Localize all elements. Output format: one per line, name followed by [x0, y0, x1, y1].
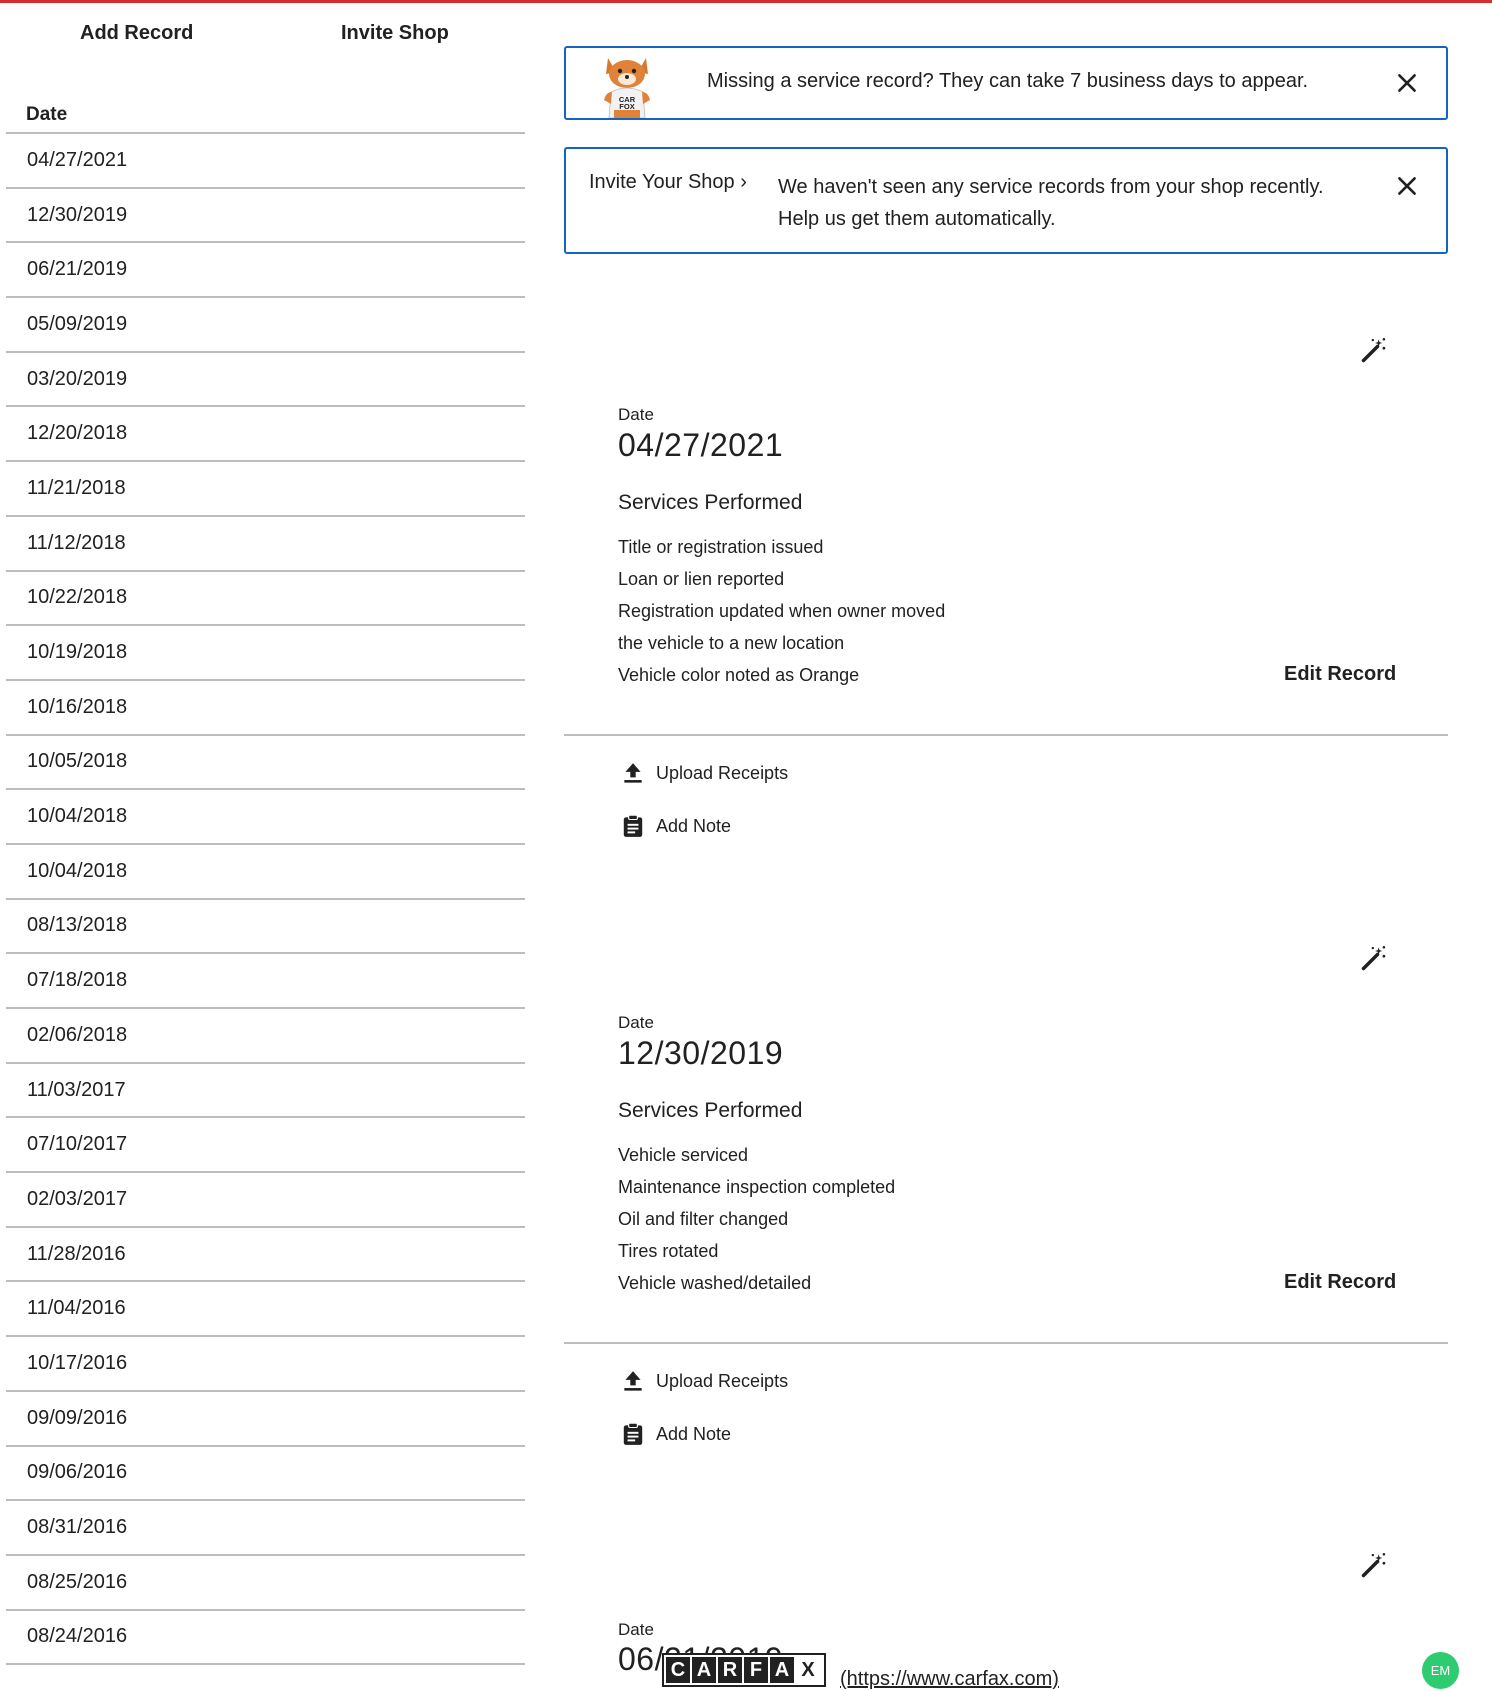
date-list-item[interactable]: 11/04/2016	[6, 1282, 525, 1338]
date-list-item[interactable]: 10/16/2018	[6, 681, 525, 736]
date-list-item[interactable]: 08/13/2018	[6, 900, 525, 955]
date-list-item[interactable]: 10/22/2018	[6, 572, 525, 627]
carfax-logo: C A R F A X	[662, 1653, 826, 1687]
logo-letter: X	[796, 1657, 820, 1683]
record-divider	[564, 1342, 1448, 1344]
upload-receipts-button[interactable]: Upload Receipts	[620, 760, 788, 786]
magic-wand-icon[interactable]	[1360, 944, 1388, 972]
services-performed-title: Services Performed	[618, 491, 803, 514]
service-item: Tires rotated	[618, 1241, 719, 1261]
user-avatar[interactable]: EM	[1422, 1652, 1459, 1689]
service-item: Vehicle washed/detailed	[618, 1273, 812, 1293]
upload-icon	[624, 763, 642, 783]
edit-record-button[interactable]: Edit Record	[1284, 663, 1396, 686]
date-list-item[interactable]: 10/05/2018	[6, 736, 525, 791]
upload-icon	[624, 1371, 642, 1391]
logo-letter: C	[666, 1657, 690, 1683]
clipboard-note-icon	[623, 1422, 643, 1445]
date-list-item[interactable]: 08/31/2016	[6, 1501, 525, 1556]
service-item: Title or registration issued	[618, 537, 824, 557]
date-list-item[interactable]: 05/09/2019	[6, 298, 525, 353]
services-list: Title or registration issued Loan or lie…	[618, 531, 1038, 691]
date-list-item[interactable]: 07/10/2017	[6, 1118, 525, 1174]
add-note-button[interactable]: Add Note	[620, 1421, 731, 1447]
car-fox-mascot-icon: CAR FOX	[604, 58, 650, 118]
date-column-header: Date	[26, 104, 68, 125]
service-item: Vehicle serviced	[618, 1145, 749, 1165]
date-list: 04/27/2021 12/30/2019 06/21/2019 05/09/2019…	[6, 134, 525, 1666]
date-list-item[interactable]: 10/19/2018	[6, 626, 525, 681]
missing-record-banner: CAR FOX Missing a service record? They c…	[564, 46, 1448, 120]
upload-receipts-label: Upload Receipts	[656, 762, 789, 783]
svg-text:FOX: FOX	[619, 102, 634, 111]
logo-letter: A	[770, 1657, 794, 1683]
add-note-label: Add Note	[656, 1423, 732, 1444]
clipboard-note-icon	[623, 814, 643, 837]
date-list-item[interactable]: 10/04/2018	[6, 845, 525, 900]
add-note-label: Add Note	[656, 815, 732, 836]
edit-record-button[interactable]: Edit Record	[1284, 1271, 1396, 1294]
date-list-item[interactable]: 10/17/2016	[6, 1337, 525, 1392]
logo-letter: R	[718, 1657, 742, 1683]
record-date: 12/30/2019	[618, 1035, 784, 1071]
logo-letter: A	[692, 1657, 716, 1683]
invite-shop-button[interactable]: Invite Shop	[341, 22, 449, 45]
magic-wand-icon[interactable]	[1360, 1551, 1388, 1579]
invite-shop-message: We haven't seen any service records from…	[778, 176, 1324, 230]
close-missing-banner-icon[interactable]	[1394, 70, 1420, 96]
invite-your-shop-link[interactable]: Invite Your Shop ›	[589, 171, 747, 194]
logo-letter: F	[744, 1657, 768, 1683]
record-divider	[564, 734, 1448, 736]
date-list-item[interactable]: 09/09/2016	[6, 1392, 525, 1447]
date-list-item[interactable]: 02/03/2017	[6, 1173, 525, 1228]
date-list-item[interactable]: 08/24/2016	[6, 1611, 525, 1666]
services-performed-title: Services Performed	[618, 1099, 803, 1122]
upload-receipts-button[interactable]: Upload Receipts	[620, 1368, 788, 1394]
service-item: Loan or lien reported	[618, 569, 785, 589]
date-list-item[interactable]: 11/12/2018	[6, 517, 525, 572]
record-date: 04/27/2021	[618, 427, 784, 463]
close-invite-banner-icon[interactable]	[1394, 173, 1420, 199]
date-list-item[interactable]: 02/06/2018	[6, 1009, 525, 1064]
carfax-url-link[interactable]: (https://www.carfax.com)	[840, 1668, 1059, 1691]
record-date-label: Date	[618, 1620, 654, 1639]
record-date-label: Date	[618, 405, 654, 424]
missing-record-message: Missing a service record? They can take …	[707, 70, 1309, 92]
service-item: Maintenance inspection completed	[618, 1177, 896, 1197]
add-record-button[interactable]: Add Record	[80, 22, 193, 45]
record-date-label: Date	[618, 1013, 654, 1032]
date-list-item[interactable]: 06/21/2019	[6, 243, 525, 299]
date-list-item[interactable]: 03/20/2019	[6, 353, 525, 408]
date-list-item[interactable]: 11/03/2017	[6, 1064, 525, 1119]
service-item: the vehicle to a new location	[618, 633, 845, 653]
date-list-item[interactable]: 09/06/2016	[6, 1447, 525, 1502]
sidebar-actions: Add Record Invite Shop	[6, 22, 525, 52]
magic-wand-icon[interactable]	[1360, 336, 1388, 364]
date-list-item[interactable]: 08/25/2016	[6, 1556, 525, 1611]
add-note-button[interactable]: Add Note	[620, 813, 731, 839]
date-list-item[interactable]: 10/04/2018	[6, 790, 525, 845]
service-item: Registration updated when owner moved	[618, 601, 946, 621]
top-accent-rule	[0, 0, 1492, 3]
date-list-item[interactable]: 12/20/2018	[6, 407, 525, 463]
date-list-item[interactable]: 11/28/2016	[6, 1228, 525, 1283]
upload-receipts-label: Upload Receipts	[656, 1370, 789, 1391]
service-item: Oil and filter changed	[618, 1209, 789, 1229]
date-list-item[interactable]: 11/21/2018	[6, 462, 525, 517]
invite-shop-banner: Invite Your Shop › We haven't seen any s…	[564, 147, 1448, 254]
service-item: Vehicle color noted as Orange	[618, 665, 860, 685]
services-list: Vehicle serviced Maintenance inspection …	[618, 1139, 1038, 1299]
date-list-item[interactable]: 04/27/2021	[6, 134, 525, 189]
date-list-item[interactable]: 12/30/2019	[6, 189, 525, 244]
date-list-item[interactable]: 07/18/2018	[6, 954, 525, 1009]
